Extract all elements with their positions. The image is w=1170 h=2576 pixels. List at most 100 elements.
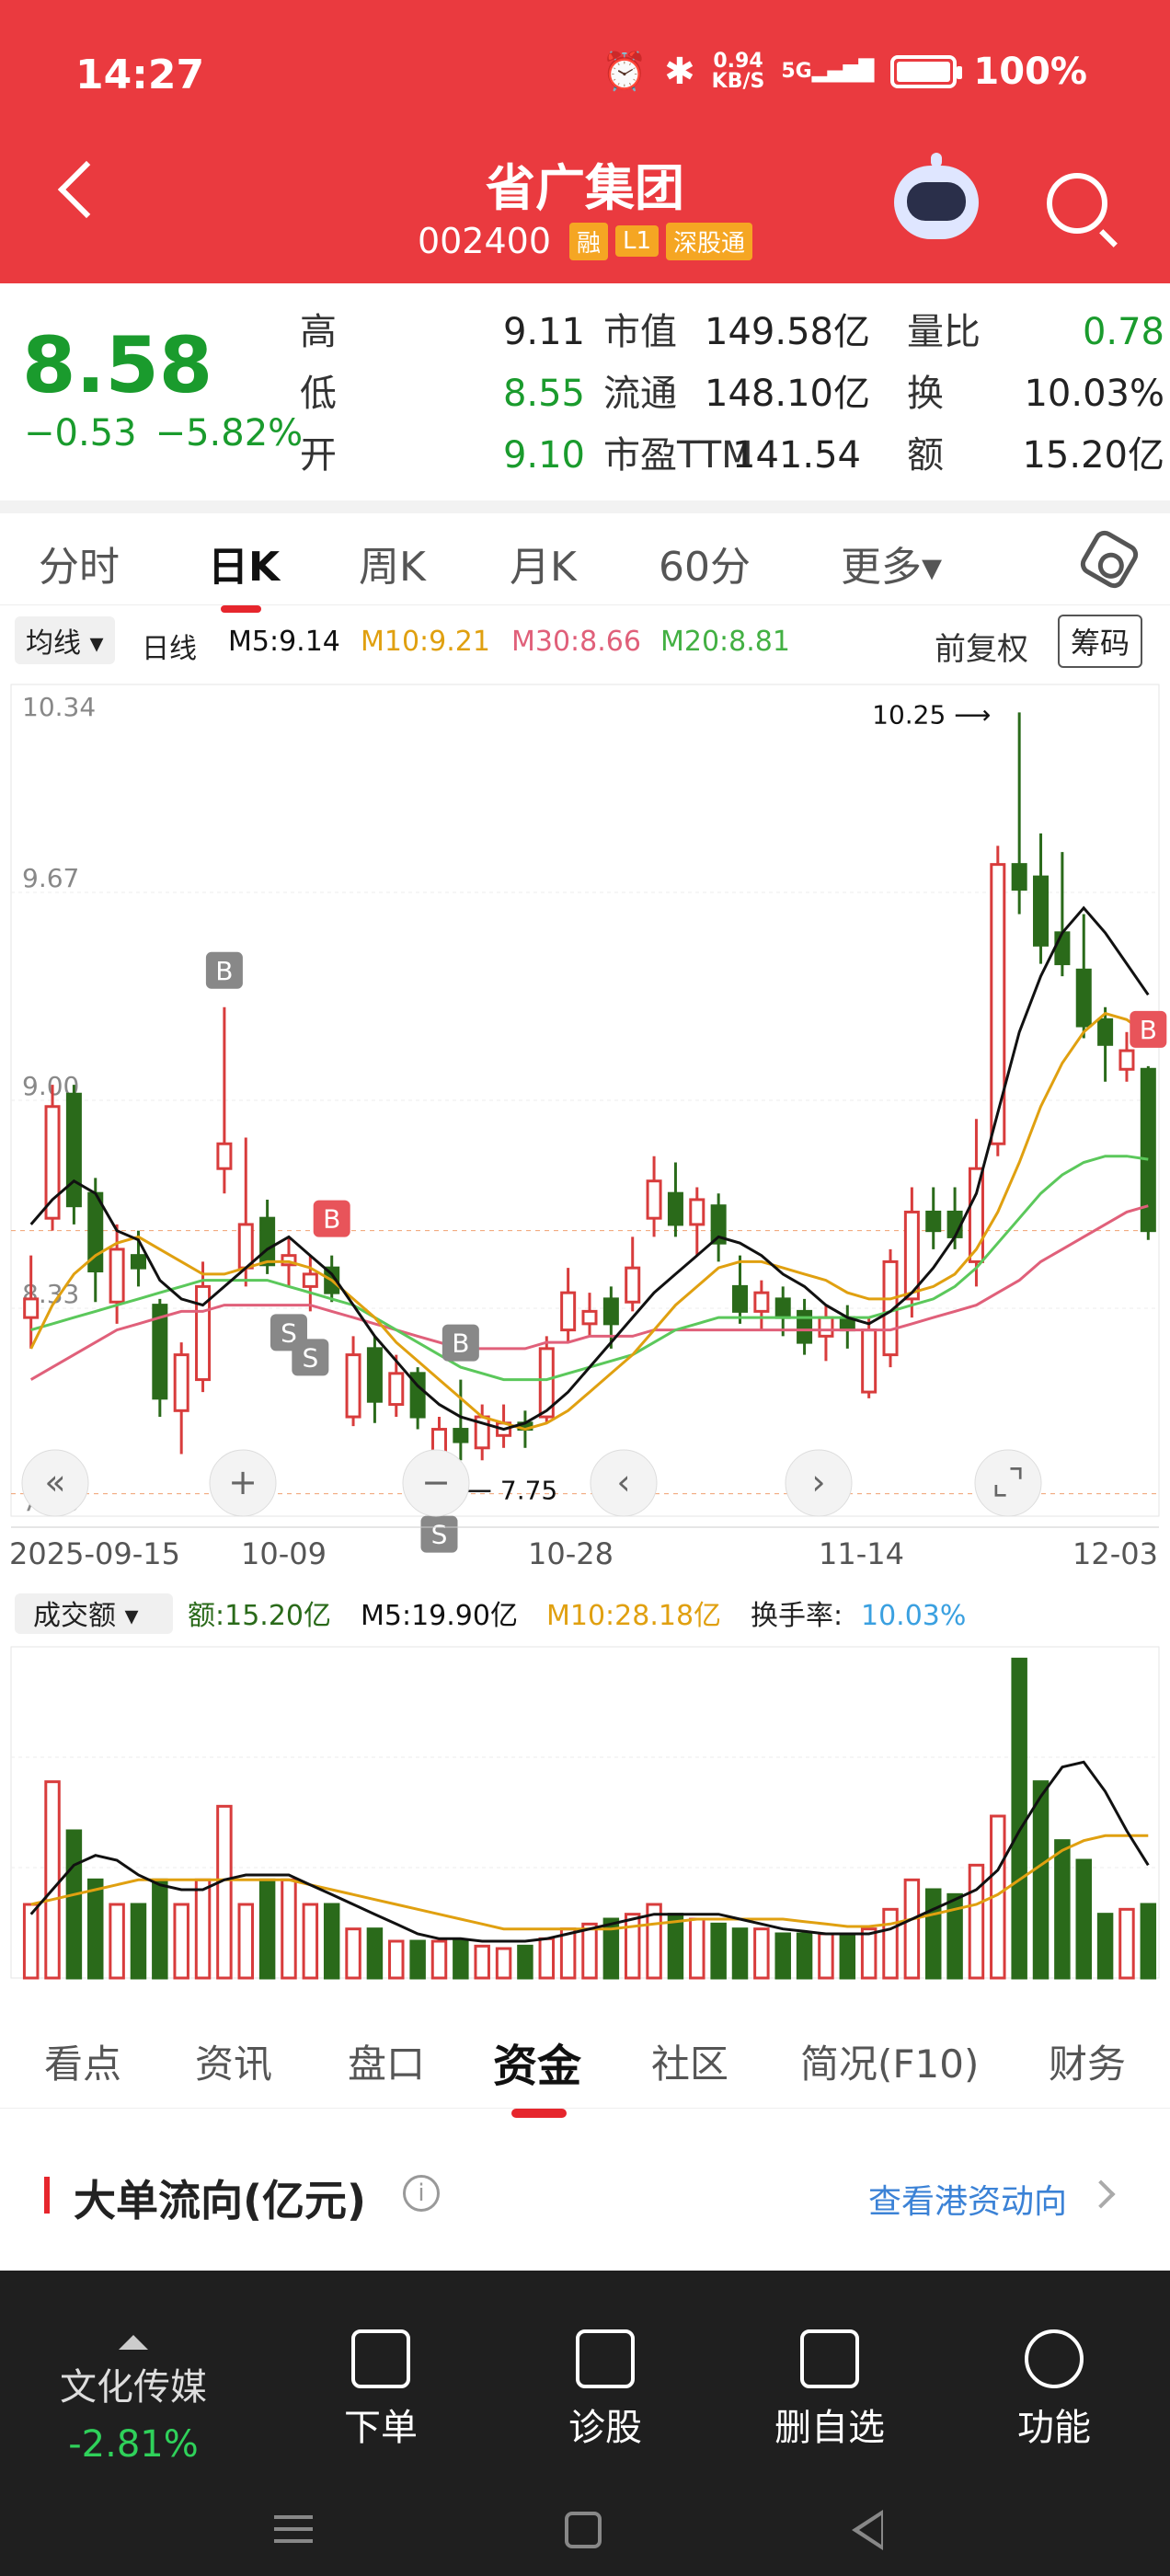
hk-flow-link[interactable]: 查看港资动向 — [868, 2175, 1067, 2223]
volume-bar — [903, 1878, 921, 1980]
home-icon[interactable] — [565, 2512, 602, 2548]
signal-label: B — [1140, 1015, 1157, 1045]
quote-value: 9.10 — [502, 434, 585, 477]
signal-label: B — [215, 956, 233, 986]
volume-bar — [65, 1829, 83, 1980]
recent-apps-icon[interactable] — [274, 2515, 313, 2543]
candle-body — [990, 863, 1006, 1145]
status-time: 14:27 — [75, 52, 205, 98]
candle-body — [259, 1216, 276, 1267]
volume-bar — [258, 1878, 276, 1980]
scroll-left-icon[interactable]: ‹ — [590, 1449, 658, 1517]
netspeed-unit: KB/S — [711, 69, 765, 93]
stock-code-row: 002400 融 L1 深股通 — [0, 221, 1170, 261]
volume-bar — [430, 1939, 448, 1980]
adjust-mode[interactable]: 前复权 — [935, 624, 1028, 669]
candle-body — [689, 1198, 705, 1226]
fullscreen-icon[interactable]: ⌞⌝ — [974, 1449, 1042, 1517]
page-title: 省广集团 — [486, 159, 684, 217]
tab-capital[interactable]: 资金 — [493, 2030, 581, 2118]
sector-widget[interactable]: 文化传媒 -2.81% — [37, 2335, 230, 2466]
tab-timeshare[interactable]: 分时 — [39, 534, 120, 592]
ma20-value: M20:8.81 — [660, 626, 790, 658]
candle-body — [753, 1291, 770, 1313]
quote-row: 低 8.55 流通 148.10亿换 10.03% — [300, 363, 1164, 425]
info-icon[interactable]: i — [403, 2175, 440, 2212]
tab-community[interactable]: 社区 — [651, 2033, 728, 2089]
volume-bar — [839, 1932, 856, 1980]
candle-body — [1097, 1018, 1114, 1046]
ma30-value: M30:8.66 — [511, 626, 641, 658]
candle-body — [388, 1372, 405, 1407]
tab-highlights[interactable]: 看点 — [44, 2033, 121, 2089]
signal-label: S — [302, 1342, 318, 1373]
tab-news[interactable]: 资讯 — [195, 2033, 272, 2089]
rewind-icon[interactable]: « — [21, 1449, 89, 1517]
diagnose-icon — [576, 2329, 635, 2388]
indicator-selector[interactable]: 均线 ▾ — [15, 616, 115, 664]
candle-body — [216, 1142, 233, 1170]
candle-body — [602, 1297, 619, 1326]
volume-bar — [388, 1939, 405, 1980]
period-label: 日线 — [142, 633, 197, 665]
order-label: 下单 — [344, 2407, 418, 2449]
signal-label: S — [431, 1520, 448, 1550]
last-price: 8.58 — [22, 320, 213, 410]
quote-value: 0.78 — [1082, 311, 1164, 353]
battery-icon — [890, 54, 963, 88]
tab-orderbook[interactable]: 盘口 — [348, 2033, 425, 2089]
volume-bar — [130, 1903, 147, 1980]
quote-value: 15.20亿 — [1022, 434, 1164, 477]
system-nav-bar — [0, 2484, 1170, 2576]
tab-weekly-k[interactable]: 周K — [359, 534, 426, 592]
bluetooth-icon: ✱ — [664, 50, 695, 93]
tab-finance[interactable]: 财务 — [1049, 2033, 1126, 2089]
volume-bar — [152, 1878, 168, 1980]
high-label: 10.25 ⟶ — [872, 699, 991, 730]
volume-amount: 额:15.20亿 — [188, 1600, 331, 1632]
volume-bar — [44, 1780, 61, 1980]
tab-monthly-k[interactable]: 月K — [510, 534, 577, 592]
tab-60min[interactable]: 60分 — [659, 534, 751, 592]
period-tabs: 分时 日K 周K 月K 60分 更多▾ — [0, 513, 1170, 613]
zoom-in-icon[interactable]: + — [209, 1449, 277, 1517]
volume-bar — [323, 1903, 340, 1980]
volume-bar — [924, 1888, 942, 1980]
order-button[interactable]: 下单 — [307, 2329, 454, 2451]
chip-button[interactable]: 筹码 — [1058, 615, 1143, 668]
quote-value: 148.10亿 — [705, 373, 870, 415]
battery-percent: 100% — [973, 50, 1087, 93]
quote-panel: 8.58 −0.53 −5.82% 高 9.11 市值 149.58亿 量比 0.78 低 8.… — [0, 283, 1170, 500]
candle-body — [1054, 931, 1071, 966]
signal-label: B — [323, 1204, 340, 1235]
candle-body — [774, 1297, 791, 1319]
candle-body — [1011, 863, 1027, 891]
volume-bar — [1075, 1858, 1092, 1980]
x-tick-label: 12-03 — [1072, 1536, 1158, 1571]
sector-name: 文化传媒 — [60, 2366, 207, 2409]
volume-bar — [796, 1932, 813, 1980]
functions-label: 功能 — [1017, 2407, 1091, 2449]
volume-m10: M10:28.18亿 — [546, 1600, 721, 1632]
chevron-right-icon[interactable] — [1086, 2179, 1116, 2209]
volume-bar — [624, 1913, 641, 1980]
scroll-right-icon[interactable]: › — [785, 1449, 853, 1517]
quote-value: 10.03% — [1024, 373, 1164, 415]
kline-chart[interactable]: 10.349.679.008.337.66BSSBSBB10.25 ⟶⟵ 7.7… — [0, 672, 1170, 1996]
diagnose-button[interactable]: 诊股 — [532, 2329, 679, 2451]
tab-f10[interactable]: 简况(F10) — [800, 2033, 979, 2089]
ai-assistant-icon[interactable] — [894, 153, 979, 239]
quote-value: 149.58亿 — [705, 311, 870, 353]
zoom-out-icon[interactable]: − — [402, 1449, 470, 1517]
nav-back-icon[interactable] — [852, 2510, 883, 2550]
volume-bar — [173, 1903, 189, 1980]
functions-button[interactable]: 功能 — [981, 2329, 1128, 2451]
remove-watchlist-button[interactable]: 删自选 — [756, 2329, 903, 2451]
candle-body — [345, 1353, 361, 1419]
search-icon[interactable] — [1047, 173, 1107, 234]
tab-more[interactable]: 更多▾ — [841, 534, 942, 592]
tab-daily-k[interactable]: 日K — [208, 534, 280, 613]
quote-label: 低 — [300, 373, 337, 415]
quote-value: 141.54 — [732, 434, 861, 477]
candle-body — [130, 1254, 146, 1270]
